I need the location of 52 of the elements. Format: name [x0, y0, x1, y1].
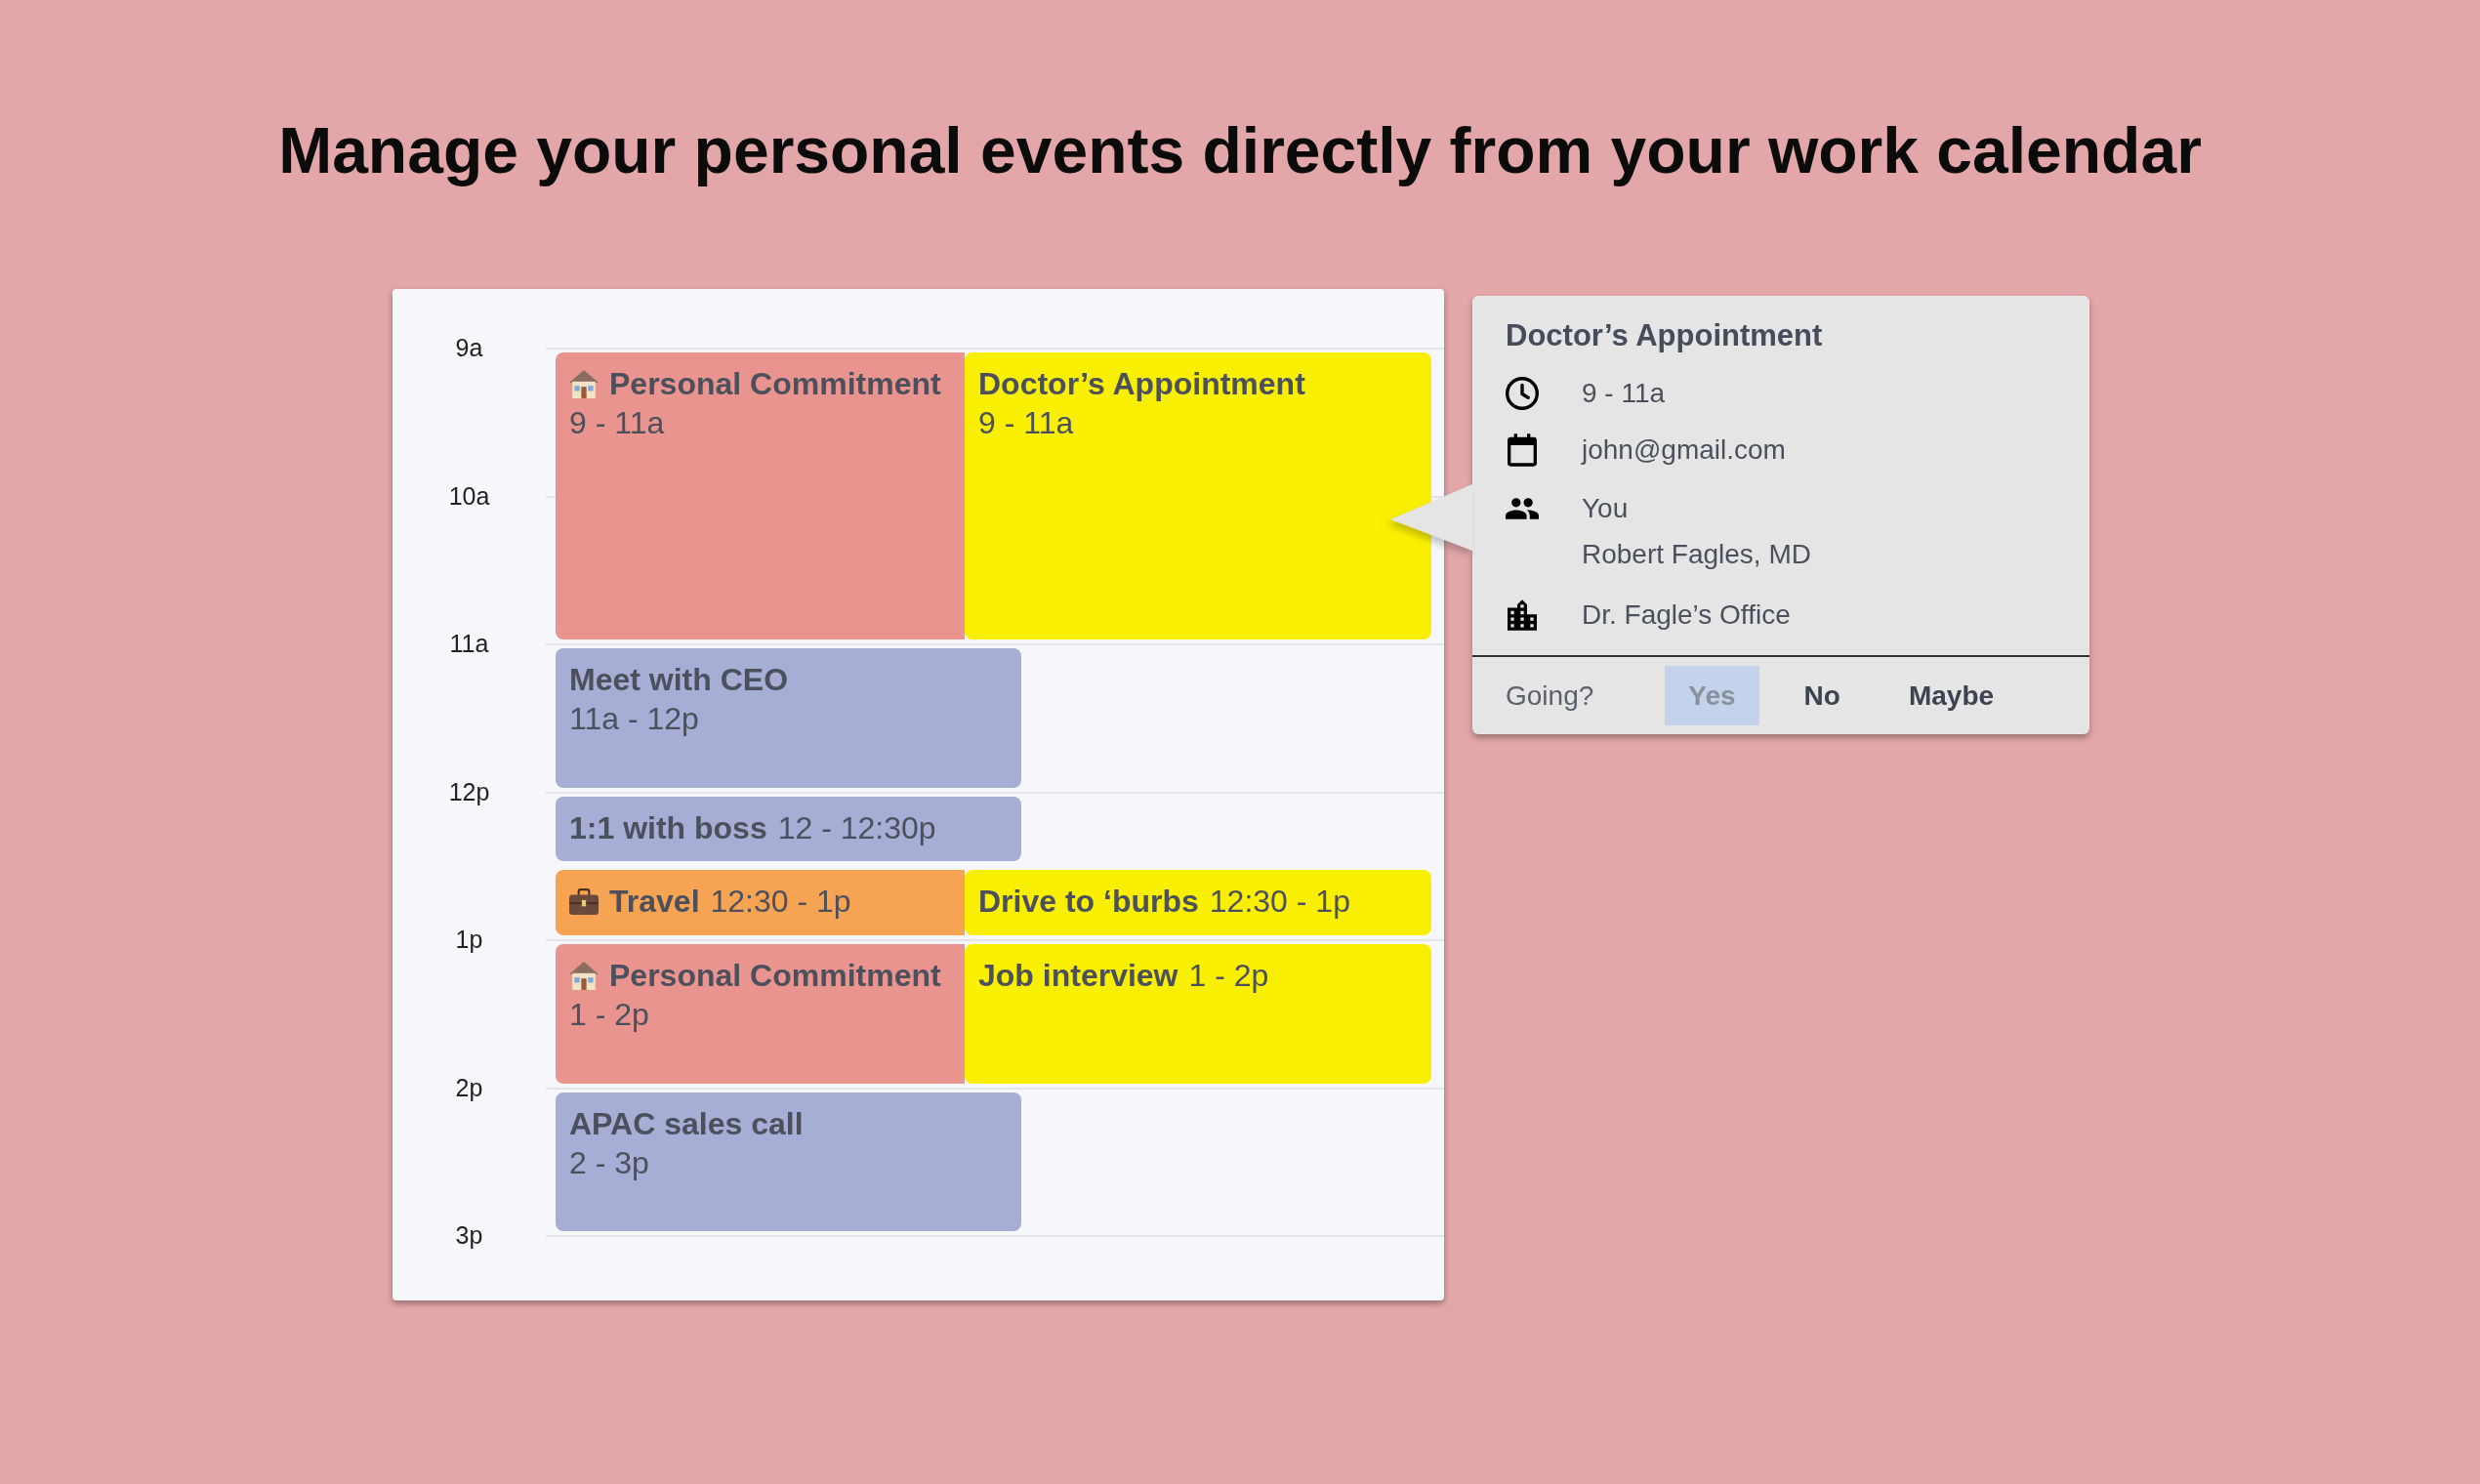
event-block[interactable]: 1:1 with boss 12 - 12:30p: [556, 796, 1021, 862]
hour-label: 12p: [448, 776, 490, 806]
hour-label: 3p: [455, 1220, 483, 1250]
event-title: Personal Commitment: [609, 957, 941, 995]
event-time: 12:30 - 1p: [710, 883, 851, 922]
event-block[interactable]: Doctor’s Appointment 9 - 11a: [965, 352, 1431, 639]
location-text: Dr. Fagle’s Office: [1582, 598, 1791, 632]
event-time: 1 - 2p: [1188, 957, 1269, 995]
event-title: Drive to ‘burbs: [978, 883, 1199, 922]
event-block[interactable]: Meet with CEO 11a - 12p: [556, 648, 1021, 788]
event-time: 1 - 2p: [569, 996, 649, 1034]
popup-title: Doctor’s Appointment: [1506, 317, 1823, 354]
hour-label: 9a: [455, 333, 483, 362]
house-icon: [569, 961, 599, 990]
event-time: 9 - 11a: [978, 404, 1074, 442]
event-time: 12:30 - 1p: [1209, 883, 1350, 922]
event-time: 11a - 12p: [569, 700, 699, 738]
event-title: 1:1 with boss: [569, 808, 767, 847]
event-block[interactable]: APAC sales call 2 - 3p: [556, 1092, 1021, 1231]
house-icon: [569, 369, 599, 398]
event-block[interactable]: Personal Commitment 1 - 2p: [556, 944, 965, 1084]
response-button[interactable]: Maybe: [1884, 666, 2018, 725]
hour-label: 11a: [449, 629, 489, 658]
people-icon: [1506, 497, 1539, 519]
hour-label: 10a: [448, 480, 490, 511]
event-block[interactable]: Personal Commitment 9 - 11a: [556, 352, 965, 639]
hour-label: 1p: [455, 925, 483, 954]
event-title: Meet with CEO: [569, 661, 788, 699]
event-block[interactable]: Travel 12:30 - 1p: [556, 870, 965, 935]
event-block[interactable]: Job interview 1 - 2p: [965, 944, 1431, 1084]
clock-icon: [1506, 377, 1539, 410]
briefcase-icon: [569, 887, 599, 915]
event-title: Personal Commitment: [609, 365, 941, 403]
event-block[interactable]: Drive to ‘burbs 12:30 - 1p: [965, 870, 1431, 935]
calendar-icon: [1508, 433, 1537, 467]
event-time: 2 - 3p: [569, 1143, 649, 1182]
city-building-icon: [1508, 599, 1537, 631]
guest-name: Robert Fagles, MD: [1582, 538, 1811, 571]
going-label: Going?: [1506, 680, 1594, 712]
headline: Manage your personal events directly from your work calendar: [278, 113, 2202, 188]
response-button[interactable]: Yes: [1665, 666, 1759, 725]
response-button[interactable]: No: [1780, 666, 1864, 725]
event-title: Doctor’s Appointment: [978, 365, 1305, 403]
event-title: Job interview: [978, 957, 1178, 995]
event-time: 12 - 12:30p: [777, 808, 936, 847]
event-title: APAC sales call: [569, 1104, 804, 1143]
hour-label: 2p: [455, 1072, 483, 1102]
event-time: 9 - 11a: [569, 404, 665, 442]
event-title: Travel: [609, 883, 700, 922]
calendar-account: john@gmail.com: [1582, 433, 1786, 467]
guest-name: You: [1582, 492, 1629, 525]
event-time-text: 9 - 11a: [1582, 377, 1666, 410]
